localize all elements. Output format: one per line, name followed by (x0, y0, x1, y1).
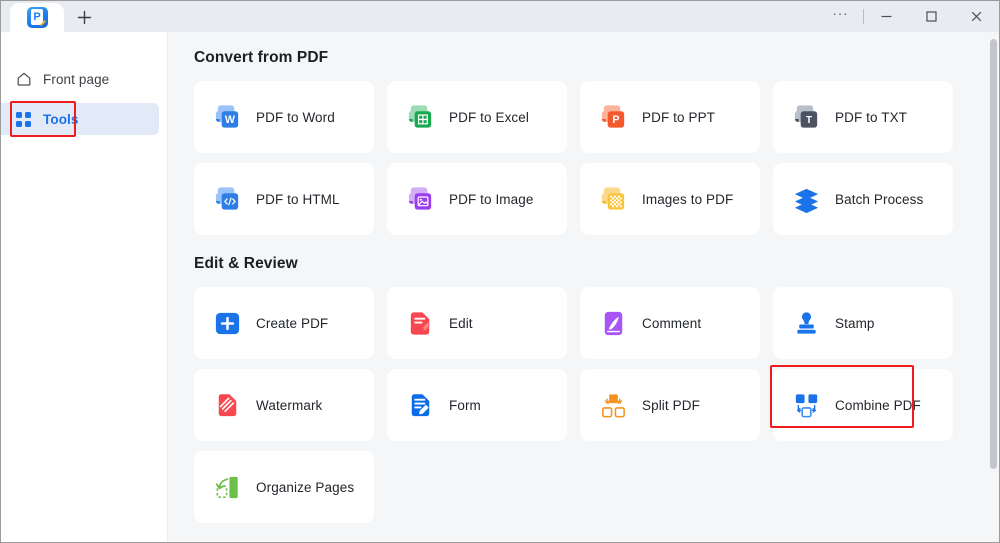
svg-text:W: W (225, 113, 236, 125)
svg-text:T: T (806, 114, 813, 125)
grid-icon (15, 111, 32, 128)
card-label: PDF to HTML (256, 191, 340, 207)
close-button[interactable] (954, 1, 999, 32)
edit-icon (405, 308, 436, 339)
content-scrollbar[interactable] (989, 32, 998, 542)
card-create-pdf[interactable]: Create PDF (194, 287, 374, 359)
home-icon (15, 71, 32, 88)
card-comment[interactable]: Comment (580, 287, 760, 359)
card-organize-pages[interactable]: Organize Pages (194, 451, 374, 523)
pdf-to-word-icon: W (212, 102, 243, 133)
tools-content: Convert from PDF W PDF to Word PDF to Ex… (168, 32, 999, 542)
svg-text:P: P (612, 114, 619, 126)
edit-review-card-grid: Create PDF Edit Comment Stamp Watermark … (194, 287, 957, 523)
card-label: Split PDF (642, 397, 700, 413)
card-label: Organize Pages (256, 479, 355, 495)
application-window: P ··· Front page Tools Convert from PDF … (0, 0, 1000, 543)
comment-icon (598, 308, 629, 339)
pdf-to-ppt-icon: P (598, 102, 629, 133)
card-label: Comment (642, 315, 702, 331)
stamp-icon (791, 308, 822, 339)
combine-pdf-icon (791, 390, 822, 421)
app-logo-icon: P (26, 7, 48, 28)
form-icon (405, 390, 436, 421)
scrollbar-thumb[interactable] (990, 39, 997, 469)
convert-card-grid: W PDF to Word PDF to Excel P PDF to PPT … (194, 81, 957, 235)
card-batch-process[interactable]: Batch Process (773, 163, 953, 235)
section-title-edit-review: Edit & Review (194, 255, 298, 272)
card-label: Create PDF (256, 315, 329, 331)
card-stamp[interactable]: Stamp (773, 287, 953, 359)
card-label: PDF to PPT (642, 109, 716, 125)
pdf-to-image-icon (405, 184, 436, 215)
card-label: PDF to TXT (835, 109, 908, 125)
organize-pages-icon (212, 472, 243, 503)
sidebar-item-tools[interactable]: Tools (1, 103, 159, 135)
main-area: Front page Tools Convert from PDF W PDF … (1, 32, 999, 542)
pencil-icon (39, 20, 46, 26)
sidebar-item-front-page[interactable]: Front page (1, 63, 159, 95)
document-tab[interactable]: P (10, 3, 64, 32)
section-title-convert: Convert from PDF (194, 49, 329, 66)
card-pdf-to-image[interactable]: PDF to Image (387, 163, 567, 235)
create-pdf-icon (212, 308, 243, 339)
maximize-icon (926, 11, 937, 22)
card-label: PDF to Word (256, 109, 335, 125)
sidebar-item-label: Tools (43, 111, 79, 127)
card-pdf-to-excel[interactable]: PDF to Excel (387, 81, 567, 153)
card-label: Stamp (835, 315, 875, 331)
card-label: Combine PDF (835, 397, 921, 413)
card-form[interactable]: Form (387, 369, 567, 441)
new-tab-button[interactable] (64, 3, 104, 32)
pdf-to-html-icon (212, 184, 243, 215)
card-label: Edit (449, 315, 473, 331)
close-icon (971, 11, 982, 22)
title-bar: P ··· (1, 1, 999, 32)
card-pdf-to-word[interactable]: W PDF to Word (194, 81, 374, 153)
card-pdf-to-html[interactable]: PDF to HTML (194, 163, 374, 235)
sidebar-item-label: Front page (43, 71, 110, 87)
pdf-to-excel-icon (405, 102, 436, 133)
card-split-pdf[interactable]: Split PDF (580, 369, 760, 441)
card-pdf-to-ppt[interactable]: P PDF to PPT (580, 81, 760, 153)
more-options-button[interactable]: ··· (818, 1, 863, 35)
watermark-icon (212, 390, 243, 421)
plus-icon (77, 10, 91, 25)
minimize-button[interactable] (864, 1, 909, 32)
card-label: Batch Process (835, 191, 924, 207)
card-label: PDF to Image (449, 191, 534, 207)
sidebar: Front page Tools (1, 32, 168, 542)
card-watermark[interactable]: Watermark (194, 369, 374, 441)
card-images-to-pdf[interactable]: Images to PDF (580, 163, 760, 235)
card-label: PDF to Excel (449, 109, 529, 125)
maximize-button[interactable] (909, 1, 954, 32)
card-label: Watermark (256, 397, 323, 413)
batch-process-icon (791, 184, 822, 215)
pdf-to-txt-icon: T (791, 102, 822, 133)
split-pdf-icon (598, 390, 629, 421)
card-label: Images to PDF (642, 191, 734, 207)
card-combine-pdf[interactable]: Combine PDF (770, 365, 953, 441)
window-controls: ··· (818, 1, 999, 32)
card-edit[interactable]: Edit (387, 287, 567, 359)
minimize-icon (881, 15, 892, 18)
card-label: Form (449, 397, 481, 413)
card-pdf-to-txt[interactable]: T PDF to TXT (773, 81, 953, 153)
images-to-pdf-icon (598, 184, 629, 215)
